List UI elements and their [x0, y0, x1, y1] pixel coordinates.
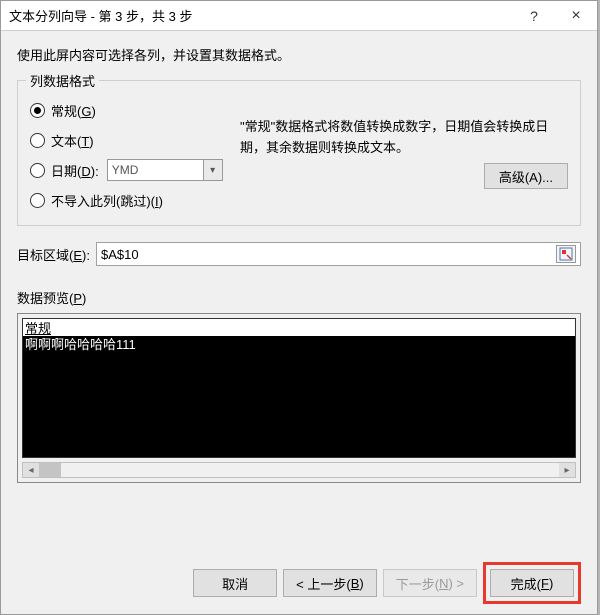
radio-column: 常规(G) 文本(T) 日期(D): — [30, 95, 230, 215]
preview-column-body: 啊啊啊哈哈哈哈111 — [23, 337, 575, 457]
radio-text-label: 文本(T) — [51, 131, 94, 150]
instruction-text: 使用此屏内容可选择各列，并设置其数据格式。 — [17, 45, 581, 64]
radio-date[interactable]: 日期(D): YMD ▾ — [30, 155, 230, 185]
date-format-select[interactable]: YMD ▾ — [107, 159, 223, 181]
chevron-down-icon[interactable]: ▾ — [203, 159, 223, 181]
radio-icon — [30, 103, 45, 118]
finish-button[interactable]: 完成(F) — [490, 569, 574, 597]
cancel-button[interactable]: 取消 — [193, 569, 277, 597]
finish-highlight: 完成(F) — [483, 562, 581, 604]
radio-text[interactable]: 文本(T) — [30, 125, 230, 155]
scroll-left-icon[interactable]: ◂ — [23, 463, 39, 477]
preview-label: 数据预览(P) — [17, 288, 581, 307]
format-description: "常规"数据格式将数值转换成数字，日期值会转换成日期，其余数据则转换成文本。 — [240, 117, 568, 159]
preview-row: 啊啊啊哈哈哈哈111 — [25, 337, 573, 354]
radio-icon — [30, 193, 45, 208]
radio-general[interactable]: 常规(G) — [30, 95, 230, 125]
radio-icon — [30, 133, 45, 148]
help-button[interactable]: ? — [513, 1, 555, 31]
column-format-group: 列数据格式 常规(G) 文本(T) — [17, 80, 581, 226]
window-title: 文本分列向导 - 第 3 步，共 3 步 — [9, 6, 513, 25]
advanced-button[interactable]: 高级(A)... — [484, 163, 568, 189]
scroll-track[interactable] — [39, 463, 559, 477]
radio-icon — [30, 163, 45, 178]
dialog-footer: 取消 < 上一步(B) 下一步(N) > 完成(F) — [193, 562, 581, 604]
titlebar: 文本分列向导 - 第 3 步，共 3 步 ? × — [1, 1, 597, 31]
preview-column-header: 常规 — [23, 319, 575, 337]
wizard-dialog: 文本分列向导 - 第 3 步，共 3 步 ? × 使用此屏内容可选择各列，并设置… — [0, 0, 598, 615]
destination-input[interactable]: $A$10 — [96, 242, 581, 266]
radio-skip[interactable]: 不导入此列(跳过)(I) — [30, 185, 230, 215]
preview-hscrollbar[interactable]: ◂ ▸ — [22, 462, 576, 478]
next-button: 下一步(N) > — [383, 569, 477, 597]
radio-skip-label: 不导入此列(跳过)(I) — [51, 191, 163, 210]
format-description-area: "常规"数据格式将数值转换成数字，日期值会转换成日期，其余数据则转换成文本。 高… — [230, 95, 568, 215]
scroll-right-icon[interactable]: ▸ — [559, 463, 575, 477]
radio-date-label: 日期(D): — [51, 161, 99, 180]
destination-value: $A$10 — [101, 247, 556, 262]
close-button[interactable]: × — [555, 1, 597, 31]
preview-area: 常规 啊啊啊哈哈哈哈111 ◂ ▸ — [17, 313, 581, 483]
group-legend: 列数据格式 — [26, 71, 99, 90]
range-picker-icon[interactable] — [556, 245, 576, 263]
date-format-value: YMD — [107, 159, 203, 181]
radio-general-label: 常规(G) — [51, 101, 96, 120]
scroll-thumb[interactable] — [39, 463, 61, 477]
dialog-body: 使用此屏内容可选择各列，并设置其数据格式。 列数据格式 常规(G) 文本(T) — [1, 31, 597, 495]
destination-row: 目标区域(E): $A$10 — [17, 242, 581, 266]
destination-label: 目标区域(E): — [17, 245, 90, 264]
preview-grid[interactable]: 常规 啊啊啊哈哈哈哈111 — [22, 318, 576, 458]
back-button[interactable]: < 上一步(B) — [283, 569, 377, 597]
